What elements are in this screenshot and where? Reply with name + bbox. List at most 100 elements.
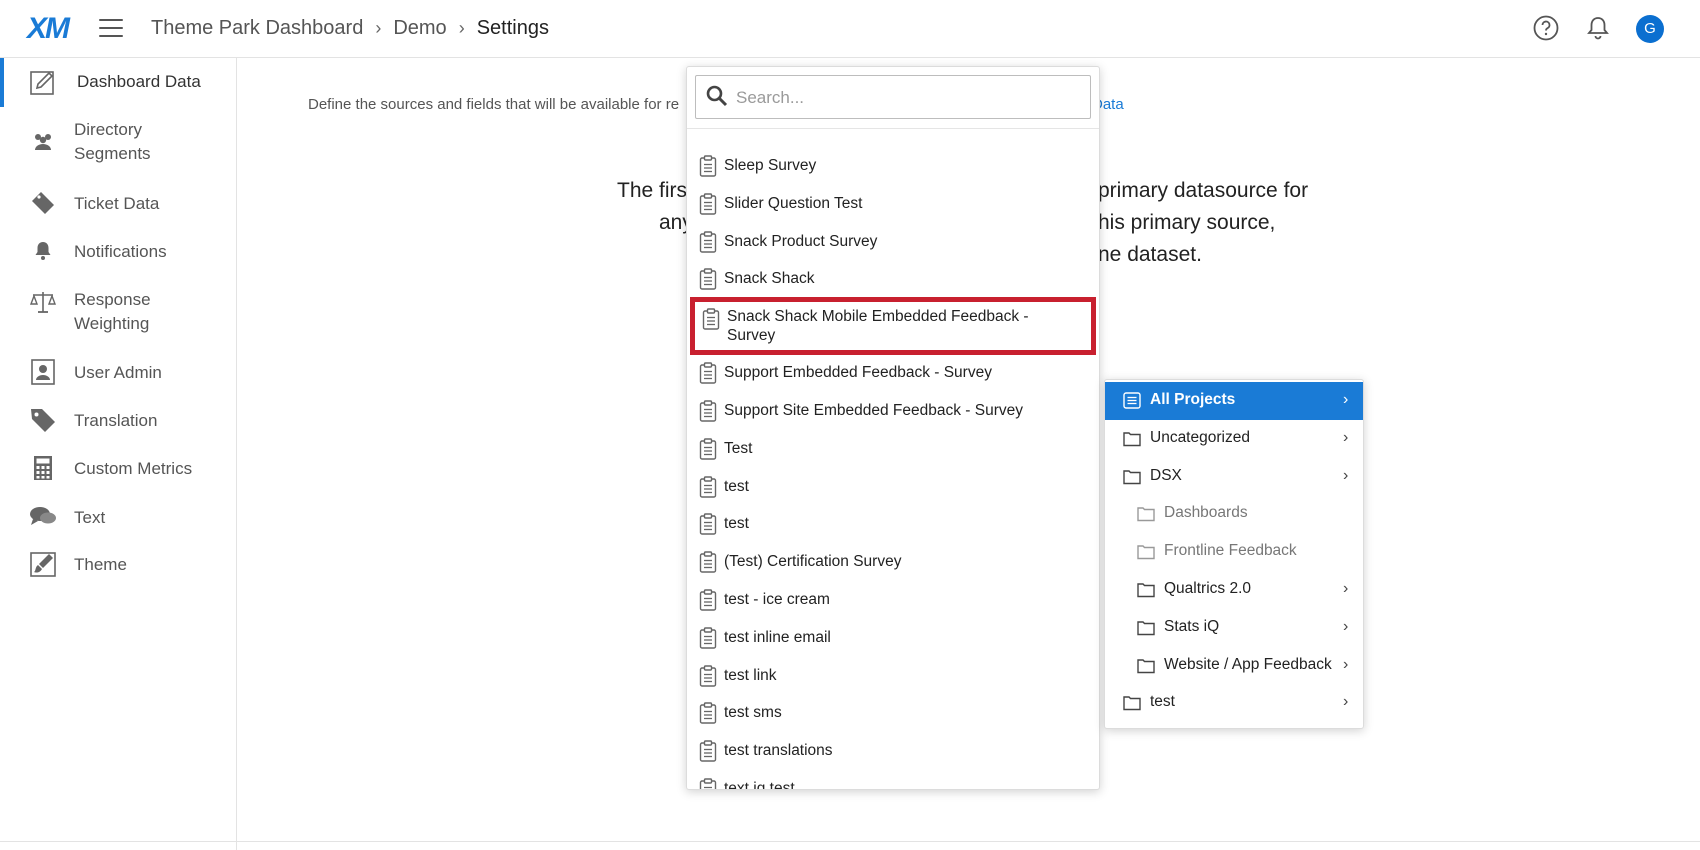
folder-icon — [1123, 469, 1141, 484]
chevron-right-icon: › — [1343, 466, 1349, 484]
survey-item[interactable]: text iq test — [687, 770, 1099, 789]
project-item-label: Website / App Feedback — [1164, 655, 1332, 673]
breadcrumb-settings: Settings — [476, 17, 549, 39]
sidebar-item-dashboard-data[interactable]: Dashboard Data — [0, 58, 236, 107]
survey-item[interactable]: test link — [687, 657, 1099, 695]
survey-list[interactable]: Sleep Survey Slider Question Test Snack Pr… — [687, 129, 1099, 789]
survey-item[interactable]: Sleep Survey — [687, 147, 1099, 185]
survey-item[interactable]: test — [687, 468, 1099, 506]
sidebar-item-custom-metrics[interactable]: Custom Metrics — [0, 453, 236, 483]
users-icon — [28, 126, 58, 156]
survey-item[interactable]: test sms — [687, 694, 1099, 732]
survey-item[interactable]: test - ice cream — [687, 581, 1099, 619]
survey-item-label: Slider Question Test — [724, 194, 863, 212]
top-bar: XM Theme Park Dashboard › Demo › Setting… — [0, 0, 1700, 58]
project-item-label: Qualtrics 2.0 — [1164, 580, 1252, 597]
survey-icon — [699, 400, 717, 422]
project-item[interactable]: Website / App Feedback › — [1105, 647, 1363, 685]
sidebar-item-label: Custom Metrics — [74, 459, 193, 478]
sidebar: Dashboard Data Directory Segments Ticket… — [0, 58, 237, 850]
survey-dropdown: Sleep Survey Slider Question Test Snack Pr… — [686, 66, 1100, 790]
menu-icon[interactable] — [99, 19, 123, 39]
sidebar-item-directory-segments[interactable]: Directory Segments — [0, 118, 236, 168]
survey-item[interactable]: Test — [687, 430, 1099, 468]
project-item[interactable]: Uncategorized › — [1105, 420, 1363, 458]
project-item: Dashboards — [1105, 495, 1363, 533]
project-item[interactable]: All Projects › — [1105, 382, 1363, 420]
ticket-icon — [28, 188, 58, 218]
project-item-label: Stats iQ — [1164, 617, 1220, 635]
survey-icon — [699, 589, 717, 611]
survey-item-label: Test — [724, 439, 753, 457]
project-item[interactable]: test › — [1105, 684, 1363, 722]
chevron-right-icon: › — [1343, 580, 1349, 597]
breadcrumb-dashboard[interactable]: Theme Park Dashboard — [151, 17, 363, 40]
sidebar-item-translation[interactable]: Translation — [0, 405, 236, 435]
sidebar-item-label: Directory Segments — [74, 120, 151, 163]
survey-item[interactable]: Snack Shack — [687, 260, 1099, 298]
bell-icon[interactable] — [1585, 15, 1611, 41]
project-item[interactable]: Stats iQ › — [1105, 609, 1363, 647]
chevron-right-icon: › — [1343, 391, 1349, 408]
brush-icon — [28, 549, 58, 579]
chat-bubbles-icon — [28, 502, 58, 532]
survey-icon — [699, 155, 717, 177]
survey-item[interactable]: Support Site Embedded Feedback - Survey — [687, 392, 1099, 430]
survey-icon — [699, 551, 717, 573]
folder-icon — [1137, 583, 1155, 598]
survey-item-label: test inline email — [724, 628, 831, 646]
sidebar-item-label: User Admin — [74, 363, 162, 382]
chevron-right-icon: › — [1343, 428, 1349, 446]
breadcrumb-demo[interactable]: Demo — [393, 17, 446, 40]
survey-item[interactable]: test translations — [687, 732, 1099, 770]
survey-icon — [699, 362, 717, 384]
survey-item-label: Snack Product Survey — [724, 232, 878, 250]
sidebar-item-response-weighting[interactable]: Response Weighting — [0, 288, 236, 338]
sidebar-item-theme[interactable]: Theme — [0, 549, 236, 579]
main-text-left: The firs — [617, 179, 688, 202]
sidebar-item-label: Dashboard Data — [77, 72, 201, 91]
sidebar-item-user-admin[interactable]: User Admin — [0, 357, 236, 387]
help-icon[interactable] — [1533, 15, 1559, 41]
survey-item[interactable]: Snack Product Survey — [687, 223, 1099, 261]
survey-item[interactable]: (Test) Certification Survey — [687, 543, 1099, 581]
survey-item-label: text iq test — [724, 780, 795, 789]
survey-item[interactable]: Slider Question Test — [687, 185, 1099, 223]
project-item: Frontline Feedback — [1105, 533, 1363, 571]
survey-item-label: Snack Shack — [724, 270, 815, 288]
xm-logo[interactable]: XM — [27, 12, 70, 46]
survey-item-label: Sleep Survey — [724, 157, 817, 174]
sidebar-item-label: Translation — [74, 411, 158, 430]
project-item-label: test — [1150, 693, 1175, 711]
avatar[interactable]: G — [1636, 15, 1664, 43]
divider — [0, 841, 1700, 842]
sidebar-item-notifications[interactable]: Notifications — [0, 236, 236, 266]
project-submenu: All Projects › Uncategorized › DSX › Dashboard… — [1104, 379, 1364, 729]
search-input[interactable] — [734, 82, 1078, 114]
sidebar-item-label: Text — [74, 508, 106, 527]
survey-icon — [699, 513, 717, 536]
project-item[interactable]: Qualtrics 2.0 › — [1105, 571, 1363, 609]
project-item[interactable]: DSX › — [1105, 458, 1363, 496]
breadcrumb: Theme Park Dashboard › Demo › Settings — [151, 17, 549, 40]
sidebar-item-ticket-data[interactable]: Ticket Data — [0, 188, 236, 218]
survey-icon — [699, 193, 717, 215]
survey-item[interactable]: Support Embedded Feedback - Survey — [687, 354, 1099, 392]
sidebar-item-text[interactable]: Text — [0, 502, 236, 532]
folder-icon — [1123, 696, 1141, 711]
pencil-icon — [28, 67, 58, 97]
survey-item[interactable]: Snack Shack Mobile Embedded Feedback - S… — [690, 297, 1096, 356]
folder-icon — [1137, 621, 1155, 635]
survey-item-label: Support Site Embedded Feedback - Survey — [724, 402, 1023, 419]
survey-item-label: Support Embedded Feedback - Survey — [724, 364, 992, 382]
survey-item[interactable]: test — [687, 505, 1099, 543]
calculator-icon — [28, 453, 58, 483]
project-item-label: DSX — [1150, 466, 1182, 484]
survey-icon — [699, 740, 717, 762]
intro-text: Define the sources and fields that will … — [308, 96, 680, 113]
survey-item[interactable]: test inline email — [687, 619, 1099, 657]
chevron-right-icon: › — [1343, 693, 1349, 711]
chevron-right-icon: › — [1343, 655, 1349, 673]
search-icon — [706, 85, 728, 107]
project-item-label: Uncategorized — [1150, 428, 1250, 446]
